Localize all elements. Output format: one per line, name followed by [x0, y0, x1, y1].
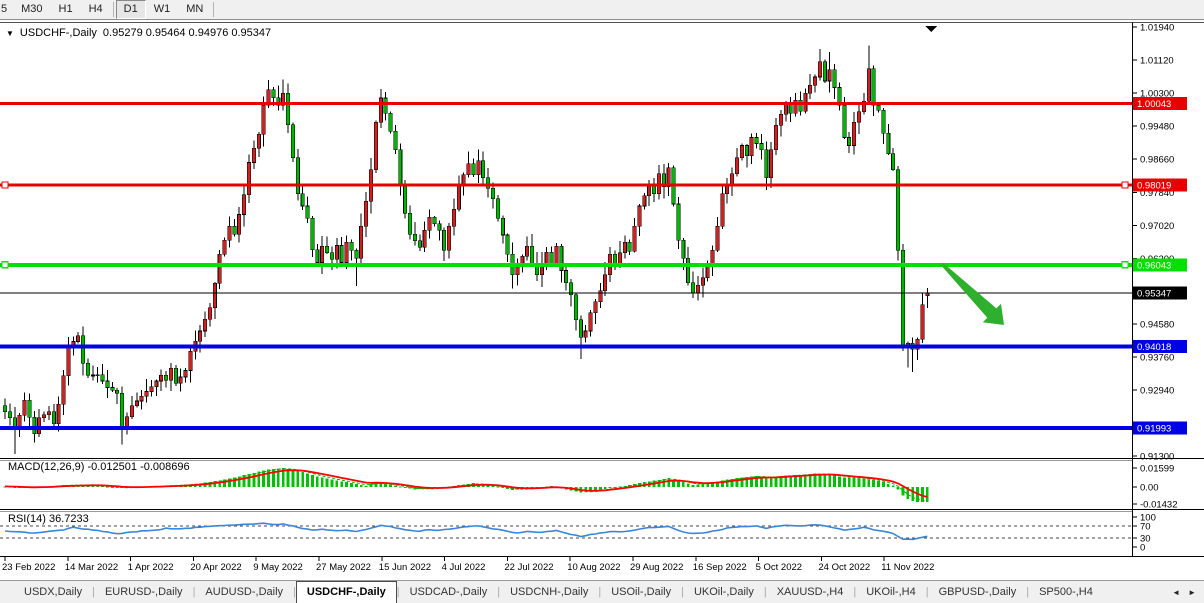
down-trend-arrow-annotation[interactable]	[941, 263, 1004, 325]
svg-text:-0.01432: -0.01432	[1140, 500, 1178, 511]
collapse-indicator-icon[interactable]: ▼	[6, 28, 14, 39]
svg-text:0.94018: 0.94018	[1137, 342, 1171, 353]
macd-indicator-label: MACD(12,26,9) -0.012501 -0.008696	[8, 461, 190, 473]
svg-text:0.95347: 0.95347	[1137, 288, 1171, 299]
tab-scroll-right-icon[interactable]: ►	[1184, 588, 1200, 597]
rsi-indicator-label: RSI(14) 36.7233	[8, 513, 89, 525]
tab-usdchf-daily[interactable]: USDCHF-,Daily	[296, 581, 397, 603]
tf-button-mn[interactable]: MN	[178, 0, 211, 19]
timeframe-toolbar: 5 M30H1H4 D1W1MN	[0, 0, 1204, 20]
svg-text:23 Feb 2022: 23 Feb 2022	[2, 562, 55, 573]
tab-usoil-daily[interactable]: USOil-,Daily	[601, 581, 681, 603]
tabbar-left-pad	[0, 581, 14, 603]
tab-eurusd-daily[interactable]: EURUSD-,Daily	[95, 581, 193, 603]
svg-text:70: 70	[1140, 522, 1151, 533]
svg-text:0.99480: 0.99480	[1140, 122, 1174, 133]
chart-symbol-label: USDCHF-,Daily	[20, 27, 97, 39]
tab-usdx-daily[interactable]: USDX,Daily	[14, 581, 92, 603]
tab-usdcnh-daily[interactable]: USDCNH-,Daily	[500, 581, 598, 603]
tf-button-h4[interactable]: H4	[81, 0, 111, 19]
svg-text:0.98019: 0.98019	[1137, 181, 1171, 192]
svg-text:10 Aug 2022: 10 Aug 2022	[567, 562, 620, 573]
svg-text:4 Jul 2022: 4 Jul 2022	[442, 562, 486, 573]
chart-window: 1.019401.011201.003000.994800.986600.978…	[0, 20, 1204, 580]
svg-text:11 Nov 2022: 11 Nov 2022	[881, 562, 934, 573]
svg-text:24 Oct 2022: 24 Oct 2022	[818, 562, 870, 573]
tf-button-m30[interactable]: M30	[13, 0, 50, 19]
toolbar-separator	[113, 2, 114, 17]
chart-ohlc-values: 0.95279 0.95464 0.94976 0.95347	[103, 27, 271, 39]
svg-text:1 Apr 2022: 1 Apr 2022	[128, 562, 174, 573]
tf-button-w1[interactable]: W1	[146, 0, 179, 19]
svg-text:0.00: 0.00	[1140, 483, 1159, 494]
tab-gbpusd-daily[interactable]: GBPUSD-,Daily	[929, 581, 1027, 603]
tab-sp500-h4[interactable]: SP500-,H4	[1029, 581, 1103, 603]
svg-text:0.97020: 0.97020	[1140, 221, 1174, 232]
svg-text:0.91300: 0.91300	[1140, 452, 1174, 463]
svg-text:1.01120: 1.01120	[1140, 56, 1174, 67]
toolbar-separator	[213, 2, 214, 17]
svg-text:29 Aug 2022: 29 Aug 2022	[630, 562, 683, 573]
tab-usdcad-daily[interactable]: USDCAD-,Daily	[400, 581, 498, 603]
svg-text:0.92940: 0.92940	[1140, 385, 1174, 396]
svg-text:14 Mar 2022: 14 Mar 2022	[65, 562, 118, 573]
tab-ukoil-daily[interactable]: UKOil-,Daily	[684, 581, 764, 603]
svg-text:22 Jul 2022: 22 Jul 2022	[504, 562, 553, 573]
chart-canvas[interactable]: 1.019401.011201.003000.994800.986600.978…	[0, 20, 1204, 580]
tab-scroll-nav: ◄►	[1168, 581, 1204, 603]
tf-button-h1[interactable]: H1	[51, 0, 81, 19]
tab-audusd-daily[interactable]: AUDUSD-,Daily	[195, 581, 293, 603]
tab-ukoil-h4[interactable]: UKOil-,H4	[856, 581, 926, 603]
tab-scroll-left-icon[interactable]: ◄	[1168, 588, 1184, 597]
svg-text:0.96043: 0.96043	[1137, 260, 1171, 271]
svg-text:1.01940: 1.01940	[1140, 23, 1174, 34]
svg-text:20 Apr 2022: 20 Apr 2022	[190, 562, 241, 573]
tf-button-partial[interactable]: 5	[0, 0, 13, 19]
svg-text:0.94580: 0.94580	[1140, 319, 1174, 330]
tab-xauusd-h4[interactable]: XAUUSD-,H4	[767, 581, 854, 603]
svg-text:15 Jun 2022: 15 Jun 2022	[379, 562, 431, 573]
svg-text:5 Oct 2022: 5 Oct 2022	[756, 562, 802, 573]
svg-text:0: 0	[1140, 543, 1145, 554]
svg-text:0.93760: 0.93760	[1140, 352, 1174, 363]
chart-title: ▼ USDCHF-,Daily 0.95279 0.95464 0.94976 …	[6, 27, 271, 39]
svg-text:16 Sep 2022: 16 Sep 2022	[693, 562, 747, 573]
svg-text:9 May 2022: 9 May 2022	[253, 562, 303, 573]
svg-text:0.98660: 0.98660	[1140, 155, 1174, 166]
svg-text:0.91993: 0.91993	[1137, 424, 1171, 435]
svg-text:27 May 2022: 27 May 2022	[316, 562, 371, 573]
svg-text:1.00043: 1.00043	[1137, 99, 1171, 110]
tf-button-d1[interactable]: D1	[116, 0, 146, 19]
svg-text:0.01599: 0.01599	[1140, 464, 1174, 475]
symbol-tab-bar: USDX,Daily|EURUSD-,Daily|AUDUSD-,Daily|U…	[0, 580, 1204, 603]
